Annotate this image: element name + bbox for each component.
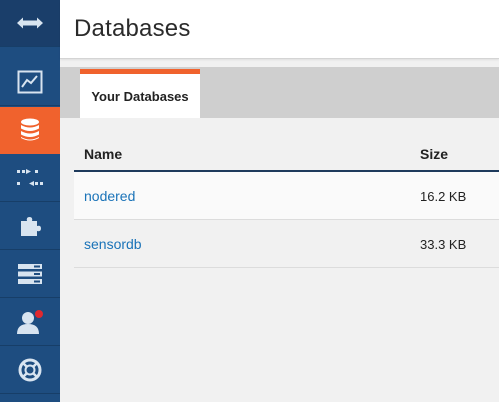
sidebar-item-config[interactable] — [0, 251, 60, 298]
database-link[interactable]: sensordb — [84, 236, 142, 252]
sidebar-item-user[interactable] — [0, 299, 60, 346]
tab-label: Your Databases — [91, 88, 189, 104]
table-header: Name Size — [74, 142, 499, 172]
sidebar-toggle[interactable] — [0, 0, 60, 47]
column-header-size[interactable]: Size — [420, 146, 448, 162]
tab-bar: Your Databases — [60, 67, 499, 118]
tab-your-databases[interactable]: Your Databases — [80, 69, 200, 118]
sidebar-item-help[interactable] — [0, 347, 60, 394]
table-row: sensordb 33.3 KB — [74, 220, 499, 268]
page-header: Databases — [60, 0, 499, 59]
replication-icon — [17, 169, 43, 186]
page-title: Databases — [74, 15, 191, 42]
activity-chart-icon — [17, 70, 43, 94]
database-icon — [21, 118, 39, 141]
database-link[interactable]: nodered — [84, 188, 135, 204]
database-size: 33.3 KB — [420, 237, 467, 252]
sidebar-item-activity[interactable] — [0, 59, 60, 106]
help-lifebuoy-icon — [18, 358, 42, 382]
expand-arrows-icon — [17, 17, 43, 29]
sidebar — [0, 0, 60, 402]
table-row: nodered 16.2 KB — [74, 172, 499, 220]
puzzle-icon — [21, 217, 41, 236]
sidebar-item-databases[interactable] — [0, 107, 60, 154]
main-content: Name Size nodered 16.2 KB sensordb 33.3 … — [60, 118, 499, 402]
config-icon — [18, 264, 42, 284]
database-size: 16.2 KB — [420, 189, 467, 204]
sidebar-item-replication[interactable] — [0, 155, 60, 202]
user-icon — [17, 310, 43, 334]
databases-table: Name Size nodered 16.2 KB sensordb 33.3 … — [74, 142, 499, 268]
column-header-name[interactable]: Name — [84, 146, 122, 162]
notification-dot — [35, 310, 43, 318]
sidebar-item-plugins[interactable] — [0, 203, 60, 250]
